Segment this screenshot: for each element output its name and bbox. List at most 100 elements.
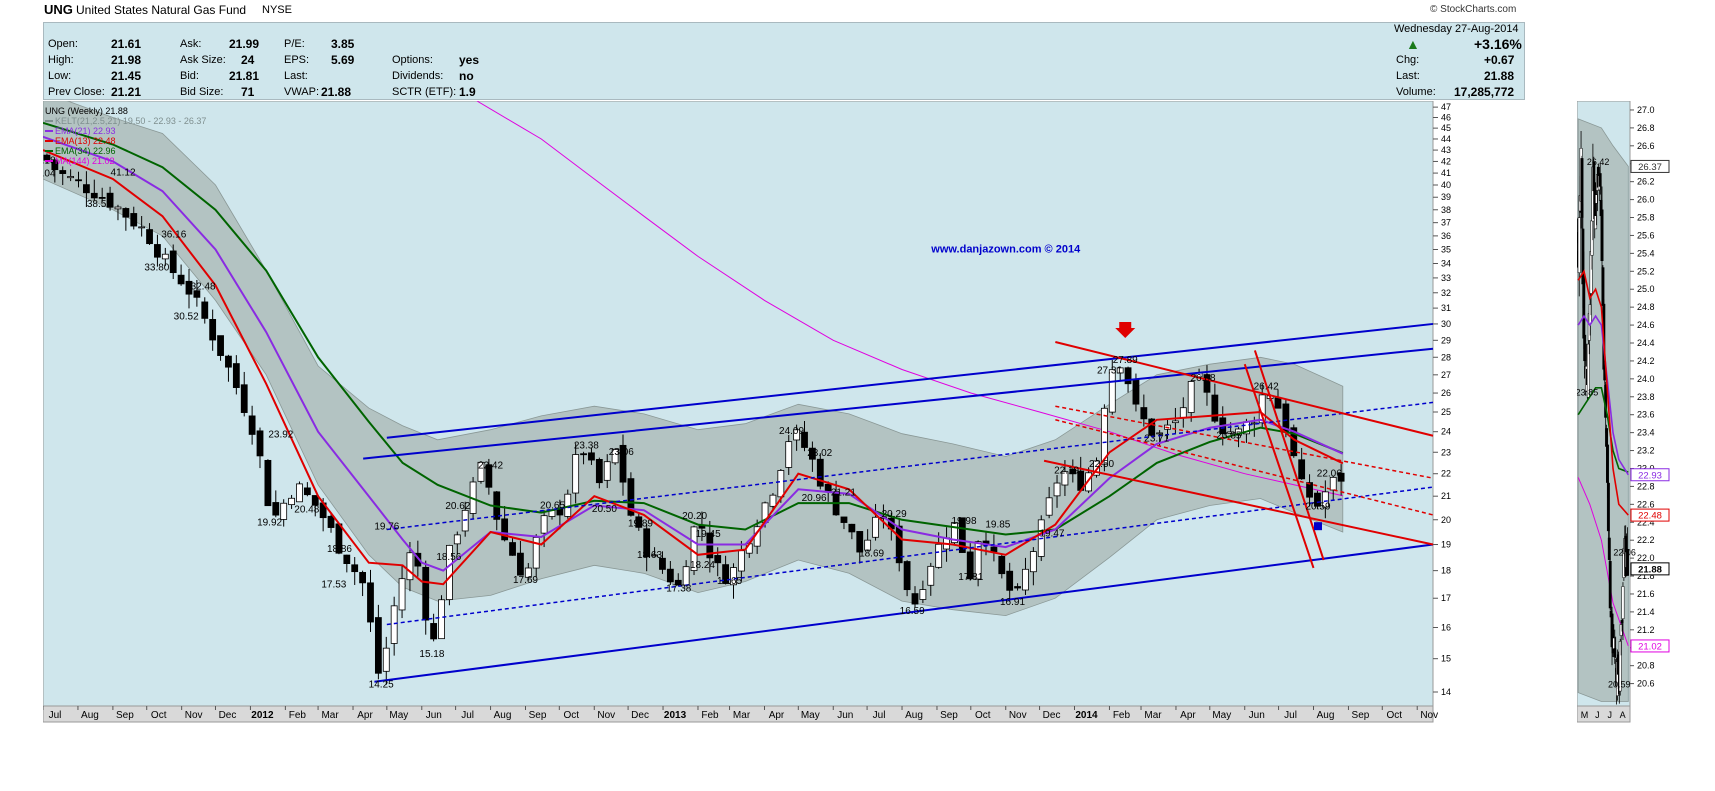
legend-entry: KELT(21,2.5,21) 19.50 - 22.93 - 26.37 [55,116,206,126]
daily-value-tag-label: 22.93 [1638,470,1662,481]
x-tick-label: Mar [733,710,751,721]
daily-y-tick-label: 24.6 [1637,320,1655,330]
x-tick-label: May [389,710,408,721]
daily-y-tick-label: 23.2 [1637,446,1655,456]
x-tick-label: Jul [461,710,474,721]
y-tick-label: 45 [1441,123,1451,133]
price-annotation: 22.06 [1317,468,1342,479]
daily-candle-body [1607,537,1611,560]
daily-y-tick-label: 25.6 [1637,230,1655,240]
price-annotation: 33.80 [144,262,169,273]
candle-body [296,483,303,503]
y-tick-label: 28 [1441,352,1451,362]
price-annotation: 27.89 [1113,355,1138,366]
candle-body [67,176,75,179]
candle-body [785,441,793,468]
y-tick-label: 29 [1441,335,1451,345]
x-tick-label: Aug [1317,710,1335,721]
x-tick-label: Dec [631,710,649,721]
candle-body [351,564,359,573]
price-annotation: 20.20 [682,511,707,522]
y-tick-label: 15 [1441,654,1451,664]
x-tick-label: Jun [837,710,853,721]
price-annotation: 23.92 [268,429,293,440]
y-tick-label: 47 [1441,102,1451,112]
price-annotation: 22.19 [1054,466,1079,477]
legend-entry: EMA(34) 22.96 [55,146,116,156]
daily-candle-body [1606,444,1609,483]
y-tick-label: 36 [1441,231,1451,241]
chart-header: UNG United States Natural Gas Fund NYSE … [0,0,1715,20]
candle-body [327,515,335,528]
candle-body [303,487,311,496]
candle-body [580,453,587,456]
daily-value-tag-label: 22.48 [1638,511,1662,522]
price-annotation: 18.69 [859,548,884,559]
watermark: www.danjazown.com © 2014 [930,243,1081,255]
x-tick-label: Apr [769,710,785,721]
x-tick-label: Sep [116,710,134,721]
candle-body [1006,570,1014,591]
candle-body [595,459,603,484]
candle-body [264,459,272,507]
price-annotation: 26.42 [1254,381,1279,392]
candle-body [209,319,217,341]
candle-body [146,229,153,245]
candle-body [201,301,209,319]
candle-body [935,543,943,568]
x-tick-label: Oct [975,710,991,721]
daily-y-tick-label: 20.8 [1637,661,1655,671]
daily-x-tick-label: J [1595,710,1600,720]
price-annotation: 23.02 [807,448,832,459]
candle-body [990,546,998,553]
x-tick-label: May [1212,710,1231,721]
candle-body [1211,394,1219,422]
candle-body [840,516,848,523]
candle-body [1179,407,1187,418]
prev-close-value: 21.21 [111,85,142,99]
candle-body [572,454,580,494]
up-arrow-icon: ▲ [1406,36,1420,52]
x-tick-label: Feb [1113,710,1131,721]
x-tick-label: Sep [940,710,958,721]
low-label: Low: [48,70,72,82]
daily-y-tick-label: 24.0 [1637,374,1655,384]
price-annotation: 23.71 [1144,434,1169,445]
price-annotation: 20.29 [882,509,907,520]
price-annotation: 27.31 [1097,365,1122,376]
price-annotation: 18.24 [690,560,715,571]
price-annotation: 18.86 [327,544,352,555]
y-tick-label: 43 [1441,145,1451,155]
daily-candle-body [1583,334,1587,362]
candle-body [122,208,130,218]
daily-candle-body [1621,586,1625,619]
chg-value: +0.67 [1484,53,1515,67]
daily-band [1577,118,1629,702]
daily-y-tick-label: 25.2 [1637,266,1655,276]
price-annotation: 19.92 [257,518,282,529]
x-tick-label: Nov [597,710,615,721]
candle-body [1172,420,1179,424]
price-annotation: 19.45 [696,529,721,540]
candle-body [848,523,856,533]
daily-value-tag-label: 26.37 [1638,162,1662,173]
x-tick-label: 2014 [1075,710,1098,721]
legend-swatch [45,130,53,132]
candle-body [1014,586,1021,589]
daily-x-tick-label: A [1620,710,1626,720]
x-tick-label: Feb [701,710,719,721]
candle-body [1045,497,1053,516]
bid-size-label: Bid Size: [180,86,224,98]
bid-value: 21.81 [229,69,260,83]
x-tick-label: Oct [151,710,167,721]
candle-body [1132,378,1140,405]
prev-close-label: Prev Close: [48,86,105,98]
blue-marker-icon [1314,522,1323,531]
candle-body [343,554,351,565]
pe-label: P/E: [284,38,305,50]
candle-body [232,363,240,388]
daily-y-tick-label: 22.0 [1637,553,1655,563]
candle-body [430,623,438,640]
candle-body [911,593,919,605]
candle-body [1140,407,1148,420]
